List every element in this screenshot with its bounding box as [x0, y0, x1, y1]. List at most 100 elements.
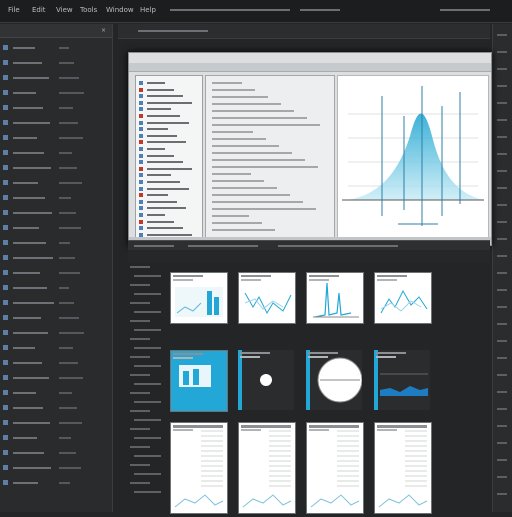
object-list-item[interactable]	[139, 192, 199, 198]
object-list-item[interactable]	[139, 225, 199, 231]
object-list-item[interactable]	[139, 146, 199, 152]
object-list-item[interactable]	[139, 212, 199, 218]
object-list-item[interactable]	[139, 166, 199, 172]
tree-item-label	[13, 287, 47, 289]
thumbnail-chart	[306, 350, 363, 410]
tree-item[interactable]	[3, 344, 107, 352]
object-list-item[interactable]	[139, 133, 199, 139]
property-line	[212, 229, 275, 231]
object-list-item[interactable]	[139, 186, 199, 192]
tree-item[interactable]	[3, 329, 107, 337]
tree-item[interactable]	[3, 434, 107, 442]
file-icon	[3, 375, 8, 380]
object-list-item[interactable]	[139, 87, 199, 93]
tree-item[interactable]	[3, 74, 107, 82]
tree-item-detail	[59, 377, 83, 379]
folder-icon	[3, 270, 8, 275]
object-list-item[interactable]	[139, 120, 199, 126]
chart-icon	[139, 213, 143, 217]
thumbnail-solid-blue[interactable]	[170, 350, 228, 412]
tree-item[interactable]	[3, 404, 107, 412]
thumbnail-bars-teal[interactable]	[170, 272, 228, 324]
tree-item[interactable]	[3, 89, 107, 97]
main-plot[interactable]	[337, 75, 489, 241]
tree-item[interactable]	[3, 194, 107, 202]
tree-item[interactable]	[3, 134, 107, 142]
object-list-item[interactable]	[139, 113, 199, 119]
menu-edit[interactable]: Edit	[32, 6, 46, 14]
object-list-item[interactable]	[139, 93, 199, 99]
file-icon	[3, 345, 8, 350]
menu-tools[interactable]: Tools	[80, 6, 97, 14]
object-list-item[interactable]	[139, 106, 199, 112]
object-list-item[interactable]	[139, 199, 199, 205]
object-list-item[interactable]	[139, 179, 199, 185]
menu-file[interactable]: File	[8, 6, 20, 14]
menu-window[interactable]: Window	[106, 6, 134, 14]
file-icon	[3, 210, 8, 215]
tree-item[interactable]	[3, 104, 107, 112]
menu-view[interactable]: View	[56, 6, 73, 14]
note-line	[130, 302, 150, 304]
thumbnail-scatter-teal[interactable]	[374, 272, 432, 324]
close-icon[interactable]: ×	[101, 27, 106, 34]
tree-item[interactable]	[3, 449, 107, 457]
tree-item[interactable]	[3, 59, 107, 67]
right-scroll-panel[interactable]	[492, 24, 512, 512]
scroll-marker	[497, 255, 507, 257]
chart-icon	[139, 166, 143, 171]
editor-toolbar	[129, 63, 491, 72]
menu-help[interactable]: Help	[140, 6, 156, 14]
tree-item[interactable]	[3, 164, 107, 172]
tree-item[interactable]	[3, 284, 107, 292]
object-list-item[interactable]	[139, 153, 199, 159]
object-list-item[interactable]	[139, 80, 199, 86]
tree-item[interactable]	[3, 44, 107, 52]
tree-item-detail	[59, 77, 79, 79]
tree-item[interactable]	[3, 374, 107, 382]
object-list-item[interactable]	[139, 159, 199, 165]
tree-item[interactable]	[3, 419, 107, 427]
tree-item[interactable]	[3, 119, 107, 127]
thumbnail-table-doc[interactable]	[374, 422, 432, 514]
object-list-item[interactable]	[139, 139, 199, 145]
tree-item[interactable]	[3, 254, 107, 262]
thumbnail-spikes-teal[interactable]	[306, 272, 364, 324]
thumbnail-table-doc[interactable]	[170, 422, 228, 514]
object-list-item[interactable]	[139, 172, 199, 178]
object-list-item[interactable]	[139, 126, 199, 132]
tree-item[interactable]	[3, 209, 107, 217]
object-list-text	[147, 148, 165, 150]
thumbnail-circle[interactable]	[306, 350, 363, 410]
tree-item[interactable]	[3, 149, 107, 157]
note-line	[130, 446, 150, 448]
scroll-marker	[497, 374, 507, 376]
object-list-item[interactable]	[139, 100, 199, 106]
tree-item[interactable]	[3, 389, 107, 397]
tree-item[interactable]	[3, 179, 107, 187]
object-list-item[interactable]	[139, 219, 199, 225]
tree-item[interactable]	[3, 314, 107, 322]
tree-item[interactable]	[3, 224, 107, 232]
object-list-item[interactable]	[139, 205, 199, 211]
thumbnail-table-doc[interactable]	[238, 422, 296, 514]
toolbar-tab[interactable]	[138, 30, 208, 32]
tree-item[interactable]	[3, 239, 107, 247]
tree-item[interactable]	[3, 299, 107, 307]
thumbnail-dot-gauge[interactable]	[238, 350, 294, 410]
tree-item[interactable]	[3, 479, 107, 487]
thumbnail-caption	[240, 352, 270, 354]
thumbnail-lines-teal[interactable]	[238, 272, 296, 324]
tree-item[interactable]	[3, 464, 107, 472]
note-line	[134, 437, 161, 439]
note-line	[134, 401, 161, 403]
scroll-marker	[497, 51, 507, 53]
tree-item[interactable]	[3, 359, 107, 367]
thumbnail-table-doc[interactable]	[306, 422, 364, 514]
editor-object-list[interactable]	[135, 75, 203, 241]
tree-item[interactable]	[3, 269, 107, 277]
menu-filler-2	[300, 9, 340, 11]
thumbnail-area-blue[interactable]	[374, 350, 430, 410]
property-line	[212, 180, 264, 182]
chart-icon	[139, 206, 143, 211]
